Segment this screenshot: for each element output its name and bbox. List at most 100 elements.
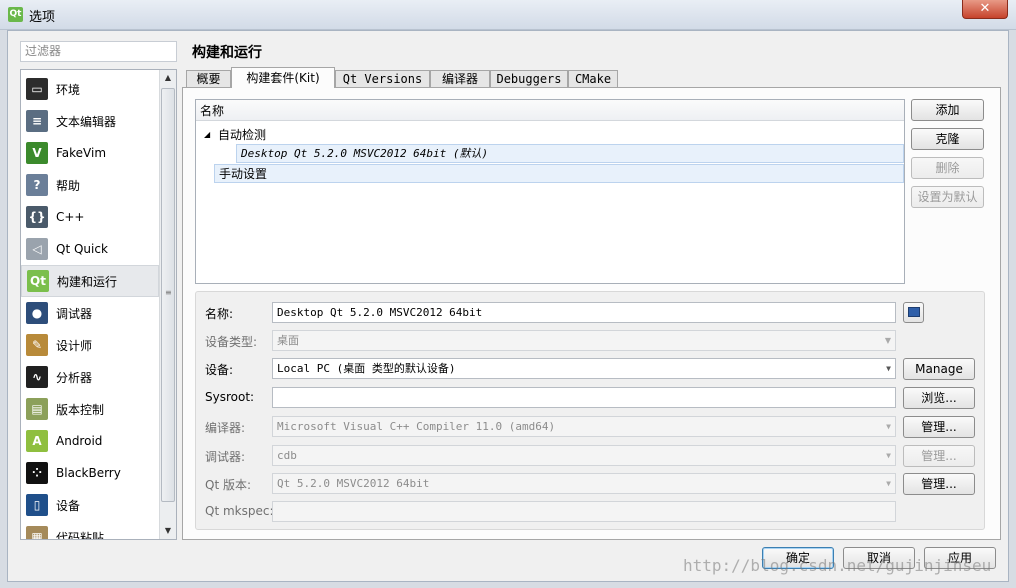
dialog-body: 过滤器 ▦ 代码粘贴 ▯ 设备 ⁘ BlackBerry A Android ▤ 版本控制 ∿ 分析器… (7, 30, 1009, 582)
kit-icon-button[interactable] (903, 302, 924, 323)
text-editor-icon: ≡ (26, 110, 48, 132)
category-item[interactable]: ∿ 分析器 (21, 361, 159, 393)
browse-button[interactable]: 浏览... (903, 387, 975, 409)
filter-input[interactable]: 过滤器 (20, 41, 177, 62)
category-item[interactable]: ▯ 设备 (21, 489, 159, 521)
category-item[interactable]: ▤ 版本控制 (21, 393, 159, 425)
category-label: 帮助 (56, 178, 81, 193)
window-title: 选项 (29, 10, 56, 25)
name-input[interactable]: Desktop Qt 5.2.0 MSVC2012 64bit (272, 302, 896, 323)
kits-tab-pane: 名称 ◢ 自动检测 Desktop Qt 5.2.0 MSVC2012 64bi… (182, 87, 1001, 540)
mkspec-input[interactable] (272, 501, 896, 522)
scroll-up-icon[interactable]: ▲ (160, 70, 176, 86)
category-label: C++ (56, 210, 85, 224)
chevron-down-icon: ▼ (886, 479, 891, 488)
tab-overview[interactable]: 概要 (186, 70, 231, 88)
chevron-down-icon: ▼ (886, 451, 891, 460)
device-type-select[interactable]: 桌面 ▼ (272, 330, 896, 351)
category-label: 构建和运行 (57, 274, 118, 289)
chevron-down-icon: ▼ (886, 364, 891, 373)
category-item[interactable]: ◁ Qt Quick (21, 233, 159, 265)
category-item[interactable]: A Android (21, 425, 159, 457)
category-item[interactable]: ✎ 设计师 (21, 329, 159, 361)
grip-icon: ≡ (165, 288, 172, 297)
chevron-down-icon: ▼ (886, 422, 891, 431)
category-scrollbar[interactable]: ▲ ≡ ▼ (159, 70, 176, 539)
category-item[interactable]: Qt 构建和运行 (21, 265, 159, 297)
manage-devices-button[interactable]: Manage (903, 358, 975, 380)
close-button[interactable]: ✕ (962, 0, 1008, 19)
kit-details: 名称: Desktop Qt 5.2.0 MSVC2012 64bit 设备类型… (195, 291, 985, 530)
tab-qt-versions[interactable]: Qt Versions (335, 70, 430, 88)
clone-button[interactable]: 克隆 (911, 128, 984, 150)
analyzer-icon: ∿ (26, 366, 48, 388)
category-label: 版本控制 (56, 402, 105, 417)
name-label: 名称: (205, 307, 234, 321)
category-item[interactable]: ● 调试器 (21, 297, 159, 329)
category-label: BlackBerry (56, 466, 121, 480)
category-label: FakeVim (56, 146, 107, 160)
expand-arrow-icon[interactable]: ◢ (204, 130, 210, 139)
qt-version-value: Qt 5.2.0 MSVC2012 64bit (277, 477, 430, 490)
tab-debuggers[interactable]: Debuggers (490, 70, 568, 88)
tab-compilers[interactable]: 编译器 (430, 70, 490, 88)
scroll-down-icon[interactable]: ▼ (160, 523, 176, 539)
fakevim-icon: V (26, 142, 48, 164)
category-label: 分析器 (56, 370, 93, 385)
android-icon: A (26, 430, 48, 452)
sysroot-input[interactable] (272, 387, 896, 408)
tree-group-auto[interactable]: 自动检测 (218, 126, 266, 145)
tab-kits[interactable]: 构建套件(Kit) (231, 67, 335, 88)
build-run-icon: Qt (27, 270, 49, 292)
qt-quick-icon: ◁ (26, 238, 48, 260)
device-value: Local PC (桌面 类型的默认设备) (277, 362, 456, 375)
manage-compilers-button[interactable]: 管理... (903, 416, 975, 438)
tab-cmake[interactable]: CMake (568, 70, 618, 88)
category-item[interactable]: ≡ 文本编辑器 (21, 105, 159, 137)
debugger-icon: ● (26, 302, 48, 324)
monitor-icon (908, 307, 920, 317)
category-item[interactable]: ▦ 代码粘贴 (21, 521, 159, 540)
manage-debuggers-button[interactable]: 管理... (903, 445, 975, 467)
page-title: 构建和运行 (192, 45, 262, 61)
device-type-value: 桌面 (277, 334, 299, 347)
category-item[interactable]: {} C++ (21, 201, 159, 233)
chevron-down-icon: ▼ (884, 336, 891, 345)
title-bar: Qt 选项 ✕ (0, 0, 1016, 30)
debugger-select[interactable]: cdb ▼ (272, 445, 896, 466)
tree-group-manual[interactable]: 手动设置 (214, 164, 904, 183)
debugger-label: 调试器: (205, 450, 246, 464)
monitor-icon: ▭ (26, 78, 48, 100)
make-default-button[interactable]: 设置为默认 (911, 186, 984, 208)
device-select[interactable]: Local PC (桌面 类型的默认设备) ▼ (272, 358, 896, 379)
close-icon: ✕ (979, 1, 991, 16)
category-label: 代码粘贴 (56, 530, 105, 540)
category-list: ▦ 代码粘贴 ▯ 设备 ⁘ BlackBerry A Android ▤ 版本控制 ∿ 分析器 ✎ 设计师… (20, 69, 177, 540)
add-button[interactable]: 添加 (911, 99, 984, 121)
remove-button[interactable]: 删除 (911, 157, 984, 179)
tree-item-kit[interactable]: Desktop Qt 5.2.0 MSVC2012 64bit (默认) (236, 144, 904, 163)
compiler-label: 编译器: (205, 421, 246, 435)
debugger-value: cdb (277, 449, 297, 462)
category-item[interactable]: V FakeVim (21, 137, 159, 169)
category-label: 调试器 (56, 306, 93, 321)
designer-icon: ✎ (26, 334, 48, 356)
sysroot-label: Sysroot: (205, 390, 255, 404)
qt-version-label: Qt 版本: (205, 478, 252, 492)
device-type-label: 设备类型: (205, 335, 258, 349)
watermark: http://blog.csdn.net/gujinjinseu (683, 556, 992, 575)
blackberry-icon: ⁘ (26, 462, 48, 484)
scroll-thumb[interactable]: ≡ (161, 88, 175, 502)
category-label: Qt Quick (56, 242, 108, 256)
category-item[interactable]: ⁘ BlackBerry (21, 457, 159, 489)
category-label: 文本编辑器 (56, 114, 117, 129)
category-label: 设备 (56, 498, 81, 513)
code-paste-icon: ▦ (26, 526, 48, 539)
qt-version-select[interactable]: Qt 5.2.0 MSVC2012 64bit ▼ (272, 473, 896, 494)
category-item[interactable]: ▭ 环境 (21, 73, 159, 105)
device-label: 设备: (205, 363, 234, 377)
category-item[interactable]: ? 帮助 (21, 169, 159, 201)
manage-qt-versions-button[interactable]: 管理... (903, 473, 975, 495)
device-icon: ▯ (26, 494, 48, 516)
compiler-select[interactable]: Microsoft Visual C++ Compiler 11.0 (amd6… (272, 416, 896, 437)
